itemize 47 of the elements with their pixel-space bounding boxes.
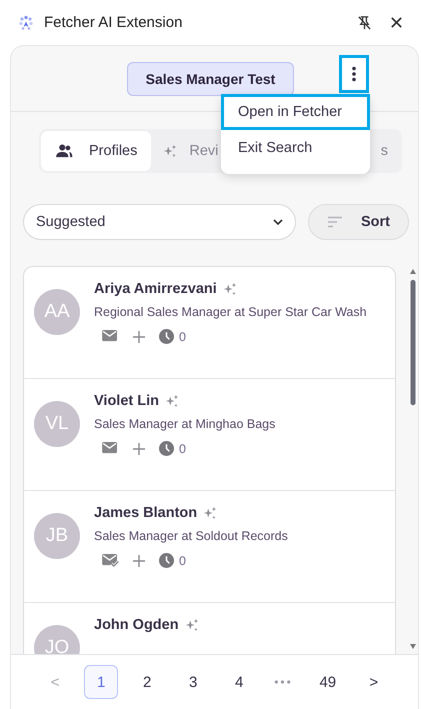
page-button[interactable]: 49	[310, 665, 345, 699]
menu-item[interactable]: Open in Fetcher	[221, 94, 370, 130]
email-icon[interactable]	[102, 330, 119, 343]
tab[interactable]: Profiles	[41, 131, 152, 171]
activity-count: 0	[179, 442, 186, 456]
page-button[interactable]: 4	[222, 665, 256, 699]
avatar: AA	[34, 289, 80, 335]
avatar: JB	[34, 513, 80, 559]
page-button[interactable]: 3	[176, 665, 210, 699]
chevron-down-icon	[273, 219, 283, 225]
clock-icon	[159, 553, 174, 568]
page-button[interactable]: 2	[130, 665, 164, 699]
add-icon[interactable]	[133, 330, 145, 342]
next-page-button[interactable]: >	[356, 665, 391, 699]
email-check-icon[interactable]	[102, 554, 119, 567]
add-icon[interactable]	[133, 554, 145, 566]
more-menu-button[interactable]	[339, 55, 369, 93]
sort-icon	[327, 216, 343, 228]
job-title: Sales Manager at Soldout Records	[94, 529, 288, 543]
sparkle-icon	[163, 144, 178, 158]
search-title-chip: Sales Manager Test	[126, 62, 294, 96]
sort-button[interactable]: Sort	[308, 204, 409, 240]
clock-icon	[159, 329, 174, 344]
profile-name[interactable]: Ariya Amirrezvani	[94, 281, 217, 297]
people-icon	[55, 144, 73, 158]
sparkle-icon	[222, 282, 237, 296]
filter-dropdown[interactable]: Suggested	[23, 204, 296, 240]
profile-name[interactable]: James Blanton	[94, 505, 198, 521]
activity-count: 0	[179, 554, 186, 568]
profile-name[interactable]: John Ogden	[94, 617, 179, 633]
clock-icon	[159, 441, 174, 456]
avatar: VL	[34, 401, 80, 447]
activity-count: 0	[179, 330, 186, 344]
email-icon[interactable]	[102, 442, 119, 455]
avatar: JO	[34, 625, 80, 654]
sparkle-icon	[165, 394, 179, 408]
more-icon	[352, 66, 356, 82]
add-icon[interactable]	[133, 442, 145, 454]
paw-logo-icon	[18, 14, 34, 30]
profile-name[interactable]: Violet Lin	[94, 393, 159, 409]
job-title: Sales Manager at Minghao Bags	[94, 417, 276, 431]
page-button[interactable]: 1	[84, 665, 118, 699]
sparkle-icon	[184, 618, 199, 632]
page-ellipsis: •••	[274, 675, 293, 689]
window-title: Fetcher AI Extension	[44, 14, 184, 31]
sparkle-icon	[203, 506, 218, 520]
job-title: Regional Sales Manager at Super Star Car Wash	[94, 305, 367, 319]
